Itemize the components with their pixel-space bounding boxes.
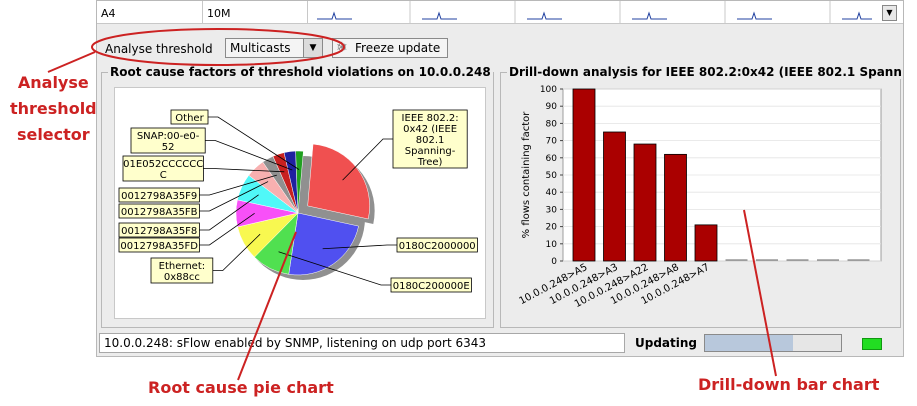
y-tick-label: 40 [546,188,558,198]
status-message: 10.0.0.248: sFlow enabled by SNMP, liste… [104,336,487,350]
column-divider [202,1,203,23]
pie-label-text: 0012798A35F9 [121,191,197,202]
chevron-down-icon[interactable]: ▼ [303,39,322,57]
pie-label-text: SNAP:00-e0- [137,131,200,142]
y-tick-label: 0 [551,257,557,267]
status-bar: 10.0.0.248: sFlow enabled by SNMP, liste… [99,333,625,353]
y-tick-label: 70 [546,137,558,147]
y-tick-label: 80 [546,119,558,129]
analyse-threshold-label: Analyse threshold [105,42,213,56]
pie-label-text: 0012798A35FD [120,241,198,252]
pie-chart-area: IEEE 802.2: 0x42 (IEEE 802.1 Spanning- Tree)… [114,87,486,319]
pie-label-text: 0x88cc [164,272,200,283]
pie-label-text: 0012798A35FB [121,207,198,218]
root-cause-panel: Root cause factors of threshold violatio… [101,65,494,328]
bar-chart-area: 0 10 20 30 40 50 60 70 80 90 100 % flows containing… [509,81,893,323]
toolbar: Analyse threshold Multicasts ▼ ❄ Freeze … [97,37,903,61]
pie-label-text: IEEE 802.2: [402,113,459,124]
status-led-indicator [862,338,882,350]
y-tick-label: 90 [546,102,558,112]
bar[interactable] [664,153,687,262]
interface-table-row[interactable]: A4 10M ▼ [97,1,903,24]
progress-fill [705,335,794,351]
update-progress-bar [704,334,842,352]
y-tick-label: 100 [540,85,557,95]
threshold-selector-value: Multicasts [230,41,291,55]
threshold-selector[interactable]: Multicasts ▼ [225,38,323,58]
pie-label-text: 01E052CCCCCC [123,159,203,170]
pie-label-text: Other [175,113,204,124]
drill-down-title: Drill-down analysis for IEEE 802.2:0x42 … [507,65,901,79]
bar[interactable] [572,88,596,262]
pie-label-text: 0012798A35F8 [121,226,197,237]
root-cause-title: Root cause factors of threshold violatio… [108,65,493,79]
freeze-update-label: Freeze update [355,41,441,55]
y-tick-label: 60 [546,154,558,164]
pie-label-text: 52 [162,142,175,153]
selector-annotation: Analyse threshold selector [10,73,97,144]
freeze-update-button[interactable]: ❄ Freeze update [332,38,448,58]
row-name: A4 [101,7,116,20]
bar[interactable] [603,131,626,262]
y-axis-label: % flows containing factor [521,111,532,239]
bar-annotation: Drill-down bar chart [698,375,880,394]
bar[interactable] [633,143,657,262]
app-window: A4 10M ▼ Analyse threshold Multicasts ▼ … [96,0,904,357]
drill-down-panel: Drill-down analysis for IEEE 802.2:0x42 … [500,65,901,328]
y-tick-label: 50 [546,171,558,181]
updating-label: Updating [635,336,698,350]
pie-label-text: Ethernet: [159,261,205,272]
y-tick-label: 10 [546,240,558,250]
pie-label-text: Spanning- [405,146,456,157]
column-divider [307,1,308,23]
sparkline-cells [317,1,872,23]
pie-slice[interactable] [307,143,370,220]
row-value: 10M [207,7,231,20]
pie-annotation: Root cause pie chart [148,378,334,397]
pie-label-text: C [160,170,167,181]
bar[interactable] [694,224,718,262]
pie-label-text: 0x42 (IEEE [403,124,457,135]
drill-down-bar-chart[interactable]: 0 10 20 30 40 50 60 70 80 90 100 % flows containing… [509,81,893,323]
scroll-down-button[interactable]: ▼ [882,5,897,21]
pie-label-text: 802.1 [416,135,445,146]
pie-label-text: 0180C2000000 [399,241,476,252]
snowflake-icon: ❄ [336,40,348,56]
root-cause-pie-chart[interactable]: IEEE 802.2:0x42 (IEEE802.1Spanning-Tree)… [115,88,485,318]
y-tick-label: 20 [546,223,558,233]
pie-label-text: 0180C200000E [393,281,470,292]
pie-label-text: Tree) [417,157,443,168]
y-tick-label: 30 [546,205,558,215]
